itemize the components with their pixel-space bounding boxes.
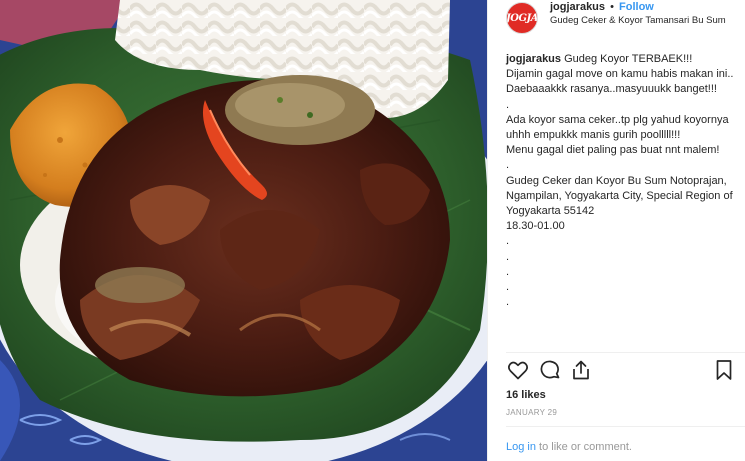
comment-bubble-icon[interactable] (538, 358, 562, 382)
instagram-post: JOGJA jogjarakus • Follow Gudeg Ceker & … (0, 0, 745, 461)
avatar-logo-text: JOGJA (506, 12, 538, 24)
action-bar (506, 358, 738, 386)
post-caption: jogjarakus Gudeg Koyor TERBAEK!!! Dijami… (506, 52, 738, 310)
follow-button[interactable]: Follow (619, 1, 654, 13)
login-link[interactable]: Log in (506, 441, 536, 453)
separator-dot: • (610, 1, 614, 13)
caption-username[interactable]: jogjarakus (506, 53, 561, 65)
bookmark-icon[interactable] (712, 358, 736, 382)
post-date[interactable]: JANUARY 29 (506, 408, 557, 417)
username-link[interactable]: jogjarakus (550, 1, 605, 13)
post-details-panel: JOGJA jogjarakus • Follow Gudeg Ceker & … (487, 0, 745, 461)
header-text: jogjarakus • Follow Gudeg Ceker & Koyor … (550, 0, 726, 28)
avatar[interactable]: JOGJA (506, 2, 538, 34)
location-link[interactable]: Gudeg Ceker & Koyor Tamansari Bu Sum (550, 14, 726, 28)
heart-icon[interactable] (506, 358, 530, 382)
header-username-row: jogjarakus • Follow (550, 0, 726, 14)
post-header: JOGJA jogjarakus • Follow Gudeg Ceker & … (488, 0, 745, 46)
divider (506, 352, 745, 353)
login-prompt-text: to like or comment. (535, 441, 632, 453)
post-photo[interactable] (0, 0, 487, 461)
likes-count[interactable]: 16 likes (506, 389, 546, 401)
caption-text: Gudeg Koyor TERBAEK!!! Dijamin gagal mov… (506, 53, 734, 309)
food-photo-illustration (0, 0, 487, 461)
divider (506, 426, 745, 427)
login-prompt: Log in to like or comment. (506, 441, 632, 453)
share-icon[interactable] (569, 358, 593, 382)
